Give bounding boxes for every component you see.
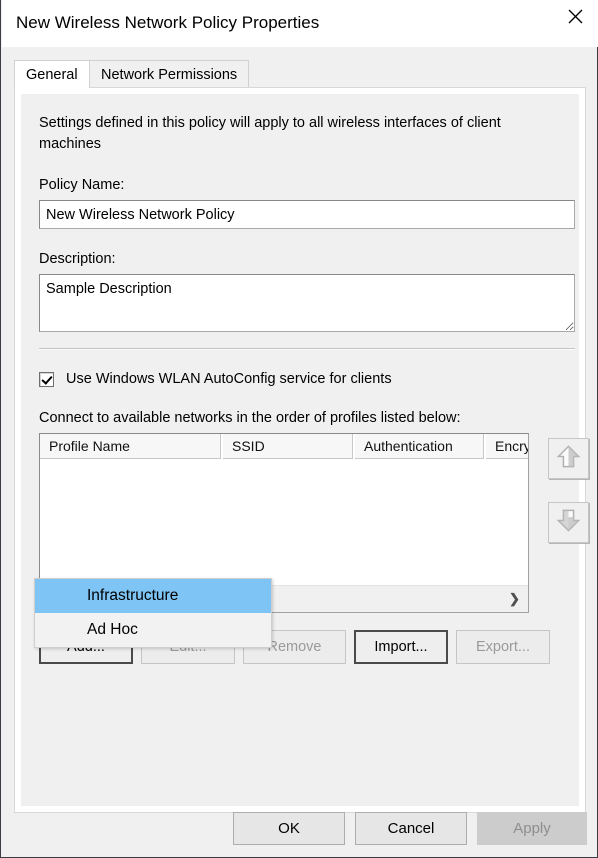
network-type-dropdown-menu[interactable]: Infrastructure Ad Hoc [34, 578, 272, 648]
dropdown-item-ad-hoc[interactable]: Ad Hoc [35, 613, 271, 647]
tab-panel-inner: Settings defined in this policy will app… [21, 94, 589, 806]
autoconfig-checkbox[interactable] [39, 371, 54, 387]
close-button[interactable] [552, 0, 598, 32]
move-down-button[interactable] [548, 502, 589, 543]
remove-button-label: Remove [267, 639, 322, 655]
arrow-up-icon [555, 443, 582, 475]
intro-text: Settings defined in this policy will app… [39, 115, 501, 152]
policy-name-input[interactable] [39, 200, 575, 229]
tab-network-permissions[interactable]: Network Permissions [89, 60, 250, 88]
column-header-ssid[interactable]: SSID [223, 434, 353, 459]
ok-button[interactable]: OK [233, 812, 345, 845]
import-button[interactable]: Import... [354, 630, 448, 664]
tab-strip: General Network Permissions [14, 60, 586, 88]
dialog-window: New Wireless Network Policy Properties G… [0, 0, 598, 858]
import-button-label: Import... [374, 639, 428, 655]
cancel-button[interactable]: Cancel [355, 812, 467, 845]
window-title: New Wireless Network Policy Properties [16, 13, 320, 32]
connect-order-label: Connect to available networks in the ord… [39, 410, 461, 426]
chevron-right-icon[interactable]: ❯ [501, 586, 528, 612]
dropdown-item-infrastructure-label: Infrastructure [87, 587, 179, 604]
dropdown-item-ad-hoc-label: Ad Hoc [87, 621, 138, 638]
title-bar: New Wireless Network Policy Properties [2, 0, 598, 47]
arrow-down-icon [555, 507, 582, 539]
tab-network-permissions-label: Network Permissions [101, 66, 238, 83]
move-up-button[interactable] [548, 438, 589, 479]
dropdown-item-infrastructure[interactable]: Infrastructure [35, 579, 271, 613]
tab-panel-general: Settings defined in this policy will app… [14, 87, 589, 813]
apply-button-label: Apply [513, 820, 551, 837]
column-header-profile-name[interactable]: Profile Name [40, 434, 221, 459]
export-button-label: Export... [476, 639, 530, 655]
policy-name-label: Policy Name: [39, 177, 125, 193]
column-header-encryption[interactable]: Encry [486, 434, 528, 459]
description-input[interactable] [39, 274, 575, 332]
export-button[interactable]: Export... [456, 630, 550, 664]
profile-list-body[interactable] [40, 459, 528, 585]
tab-general[interactable]: General [14, 60, 90, 88]
profile-list-header: Profile Name SSID Authentication Encry [40, 434, 528, 459]
description-label: Description: [39, 251, 116, 267]
column-header-authentication[interactable]: Authentication [355, 434, 484, 459]
cancel-button-label: Cancel [387, 820, 435, 837]
autoconfig-checkbox-label: Use Windows WLAN AutoConfig service for … [66, 371, 392, 387]
apply-button[interactable]: Apply [477, 812, 587, 845]
close-icon [568, 9, 583, 24]
autoconfig-checkbox-row[interactable]: Use Windows WLAN AutoConfig service for … [39, 369, 392, 389]
section-divider [39, 348, 575, 350]
tab-general-label: General [26, 66, 78, 83]
ok-button-label: OK [278, 820, 300, 837]
